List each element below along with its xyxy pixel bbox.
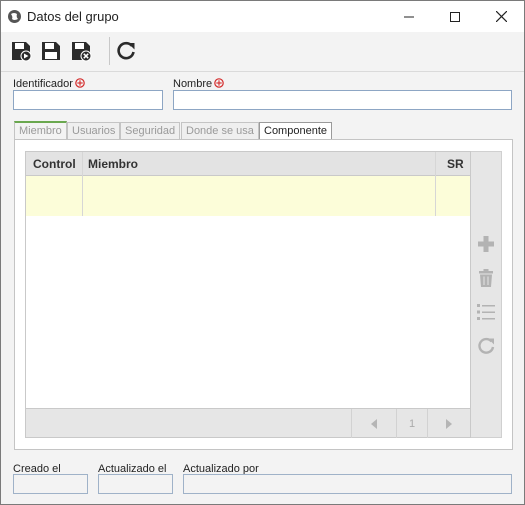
save-new-icon <box>12 42 32 62</box>
close-button[interactable] <box>478 1 524 32</box>
tab-donde-se-usa[interactable]: Donde se usa <box>181 122 259 139</box>
window-title: Datos del grupo <box>27 9 119 24</box>
required-icon <box>214 78 224 88</box>
save-icon <box>42 42 60 60</box>
grid-header: Control Miembro SR <box>26 152 470 176</box>
identificador-label: Identificador <box>13 78 85 90</box>
group-data-window: Datos del grupo Identificador Nombre Mie… <box>0 0 525 505</box>
save-button[interactable] <box>38 38 64 64</box>
column-header-sr[interactable]: SR <box>447 157 464 171</box>
title-bar: Datos del grupo <box>1 1 524 32</box>
refresh-icon <box>478 337 495 354</box>
column-header-miembro[interactable]: Miembro <box>88 157 138 171</box>
members-grid: Control Miembro SR 1 <box>25 151 471 438</box>
grid-pagination: 1 <box>26 408 470 438</box>
tab-componente[interactable]: Componente <box>259 122 332 139</box>
add-icon <box>478 236 494 252</box>
toolbar <box>1 32 524 72</box>
refresh-button[interactable] <box>113 38 139 64</box>
list-icon <box>477 304 495 320</box>
add-button[interactable] <box>475 233 497 255</box>
tab-miembro[interactable]: Miembro <box>14 121 67 139</box>
save-close-icon <box>72 42 92 62</box>
save-new-button[interactable] <box>8 38 34 64</box>
globe-icon <box>7 9 22 24</box>
grid-actions-bar <box>471 151 502 438</box>
tab-usuarios[interactable]: Usuarios <box>67 122 121 139</box>
close-icon <box>495 11 507 22</box>
toolbar-separator <box>109 37 110 65</box>
identificador-input[interactable] <box>13 90 163 110</box>
tab-seguridad[interactable]: Seguridad <box>120 122 181 139</box>
chevron-right-icon <box>446 418 452 429</box>
maximize-button[interactable] <box>432 1 478 32</box>
delete-button[interactable] <box>475 267 497 289</box>
required-icon <box>75 78 85 88</box>
table-row[interactable] <box>26 176 470 216</box>
chevron-left-icon <box>371 418 377 429</box>
minimize-button[interactable] <box>386 1 432 32</box>
delete-icon <box>479 269 493 287</box>
refresh-grid-button[interactable] <box>475 335 497 357</box>
column-divider <box>82 176 83 216</box>
column-header-control[interactable]: Control <box>33 157 76 171</box>
list-button[interactable] <box>475 301 497 323</box>
save-close-button[interactable] <box>68 38 94 64</box>
actualizado-por-field <box>183 474 512 494</box>
page-number: 1 <box>396 409 427 438</box>
next-page-button[interactable] <box>427 409 470 438</box>
refresh-icon <box>117 41 135 60</box>
creado-field <box>13 474 88 494</box>
actualizado-field <box>98 474 173 494</box>
prev-page-button[interactable] <box>351 409 396 438</box>
nombre-label: Nombre <box>173 78 224 90</box>
nombre-input[interactable] <box>173 90 512 110</box>
column-divider <box>435 176 436 216</box>
minimize-icon <box>404 16 414 17</box>
maximize-icon <box>450 11 460 22</box>
